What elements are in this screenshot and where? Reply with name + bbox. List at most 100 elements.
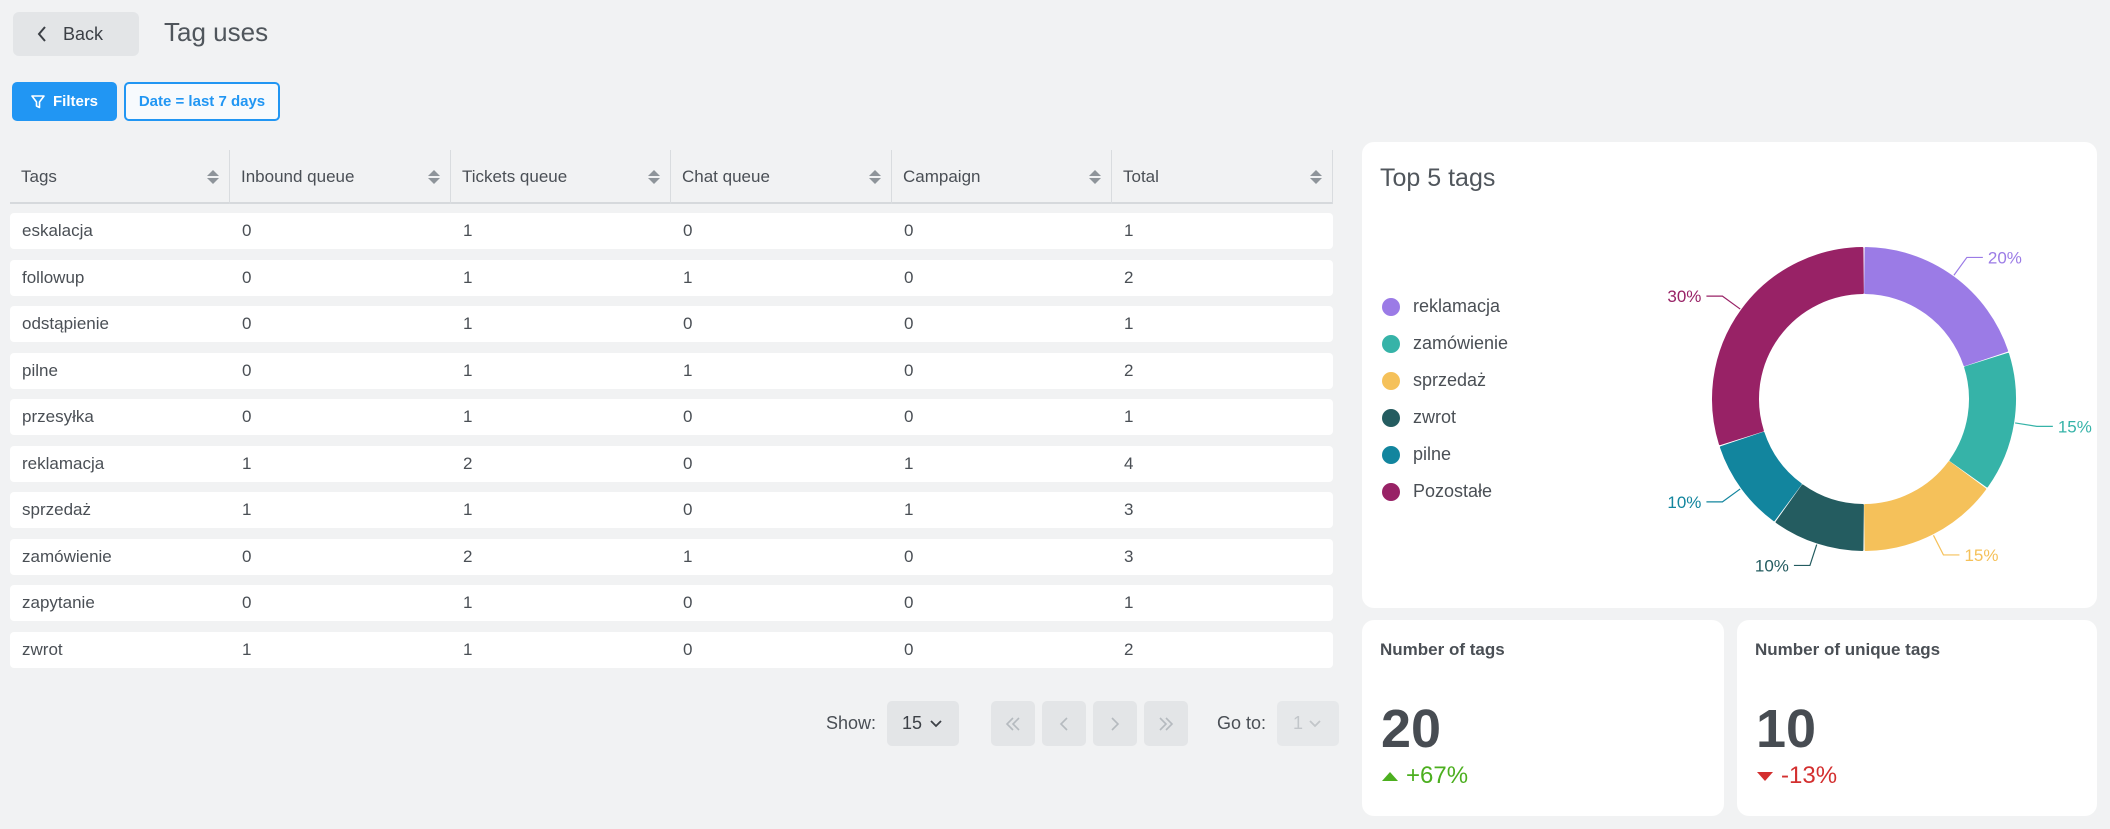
stat-change-value: -13%	[1781, 762, 1838, 789]
cell-chat: 0	[683, 639, 693, 659]
cell-total: 1	[1124, 221, 1134, 240]
cell-tag: zapytanie	[22, 593, 95, 612]
goto-label: Go to:	[1217, 713, 1267, 733]
cell-tickets: 1	[463, 267, 473, 287]
label-leader-line	[1932, 535, 1960, 556]
cell-total: 2	[1124, 360, 1134, 380]
slice-percent-label: 15%	[1964, 546, 1998, 565]
date-filter-chip[interactable]: Date = last 7 days	[124, 82, 280, 121]
cell-tickets: 1	[463, 314, 473, 333]
chevron-left-icon	[1059, 716, 1068, 731]
label-leader-line	[1793, 544, 1818, 567]
stat-change: +67%	[1382, 762, 1468, 790]
column-header-chat-queue[interactable]: Chat queue	[671, 150, 892, 204]
cell-tickets: 1	[463, 221, 473, 240]
table-row[interactable]: reklamacja 1 2 0 1 4	[10, 445, 1333, 482]
first-page-button[interactable]	[991, 701, 1035, 746]
cell-campaign: 1	[904, 500, 914, 519]
cell-inbound: 0	[242, 314, 252, 333]
column-header-tags[interactable]: Tags	[10, 150, 230, 204]
cell-campaign: 0	[904, 593, 914, 612]
cell-inbound: 0	[242, 593, 252, 612]
cell-campaign: 0	[904, 407, 914, 426]
table-row[interactable]: followup 0 1 1 0 2	[10, 259, 1333, 296]
top-tags-card: Top 5 tags reklamacja zamówienie sprzeda…	[1362, 142, 2097, 608]
cell-campaign: 0	[904, 314, 914, 333]
goto-page-select[interactable]: 1	[1277, 701, 1339, 746]
filters-button[interactable]: Filters	[12, 82, 117, 121]
donut-slice-zamówienie[interactable]	[1949, 352, 2016, 488]
label-leader-line	[1706, 295, 1741, 310]
column-header-inbound-queue[interactable]: Inbound queue	[230, 150, 451, 204]
table-row[interactable]: zamówienie 0 2 1 0 3	[10, 538, 1333, 575]
column-header-tickets-queue[interactable]: Tickets queue	[451, 150, 671, 204]
page-title: Tag uses	[164, 17, 269, 47]
cell-inbound: 0	[242, 221, 252, 240]
chevron-down-icon	[930, 719, 942, 727]
cell-chat: 0	[683, 453, 693, 473]
chevron-down-icon	[1309, 719, 1321, 727]
back-button[interactable]: Back	[13, 12, 139, 56]
cell-chat: 0	[683, 407, 693, 426]
cell-total: 3	[1124, 546, 1134, 566]
cell-tag: zwrot	[22, 639, 63, 659]
cell-tag: reklamacja	[22, 453, 105, 473]
table-row[interactable]: zapytanie 0 1 0 0 1	[10, 585, 1333, 621]
label-leader-line	[1706, 488, 1741, 503]
stat-change: -13%	[1757, 762, 1837, 790]
cell-chat: 0	[683, 500, 693, 519]
cell-total: 2	[1124, 267, 1134, 287]
cell-chat: 1	[683, 267, 693, 287]
slice-percent-label: 10%	[1667, 493, 1701, 512]
column-header-total[interactable]: Total	[1112, 150, 1333, 204]
sort-icon	[428, 170, 440, 184]
last-page-button[interactable]	[1144, 701, 1188, 746]
table-row[interactable]: zwrot 1 1 0 0 2	[10, 631, 1333, 668]
donut-slice-reklamacja[interactable]	[1864, 247, 2009, 367]
number-of-unique-tags-card: Number of unique tags 10 -13%	[1737, 620, 2097, 816]
donut-slice-sprzedaż[interactable]	[1864, 461, 1987, 551]
stat-value: 10	[1756, 699, 1817, 759]
cell-total: 1	[1124, 314, 1134, 333]
stat-title: Number of unique tags	[1755, 640, 1941, 659]
cell-chat: 1	[683, 360, 693, 380]
table-row[interactable]: przesyłka 0 1 0 0 1	[10, 399, 1333, 435]
table-row[interactable]: eskalacja 0 1 0 0 1	[10, 213, 1333, 249]
cell-campaign: 0	[904, 360, 914, 380]
cell-total: 1	[1124, 593, 1134, 612]
table-row[interactable]: pilne 0 1 1 0 2	[10, 352, 1333, 389]
sort-icon	[1310, 170, 1322, 184]
filters-label: Filters	[52, 93, 98, 110]
table-header: Tags Inbound queue Tickets queue Chat qu…	[10, 150, 1333, 204]
label-leader-line	[2015, 422, 2053, 427]
sort-icon	[869, 170, 881, 184]
slice-percent-label: 30%	[1667, 287, 1701, 306]
chevron-right-icon	[1111, 716, 1120, 731]
cell-chat: 0	[683, 221, 693, 240]
page-size-select[interactable]: 15	[887, 701, 959, 746]
table-row[interactable]: sprzedaż 1 1 0 1 3	[10, 492, 1333, 528]
cell-inbound: 1	[242, 453, 252, 473]
slice-percent-label: 10%	[1755, 556, 1789, 575]
cell-tag: zamówienie	[22, 546, 112, 566]
donut-slice-pozostałe[interactable]	[1712, 247, 1864, 446]
cell-tag: followup	[22, 267, 85, 287]
previous-page-button[interactable]	[1042, 701, 1086, 746]
cell-inbound: 0	[242, 267, 252, 287]
cell-campaign: 0	[904, 267, 914, 287]
arrow-down-icon	[1757, 771, 1773, 781]
arrow-up-icon	[1382, 771, 1398, 781]
chevron-left-icon	[37, 26, 46, 42]
table-body: eskalacja 0 1 0 0 1 followup 0 1 1 0 2 odstąpienie…	[10, 213, 1333, 678]
cell-tag: eskalacja	[22, 221, 93, 240]
column-header-campaign[interactable]: Campaign	[892, 150, 1112, 204]
cell-total: 2	[1124, 639, 1134, 659]
double-chevron-left-icon	[1005, 716, 1020, 731]
number-of-tags-card: Number of tags 20 +67%	[1362, 620, 1724, 816]
next-page-button[interactable]	[1093, 701, 1137, 746]
table-row[interactable]: odstąpienie 0 1 0 0 1	[10, 306, 1333, 342]
cell-chat: 0	[683, 314, 693, 333]
label-leader-line	[1953, 256, 1983, 276]
cell-inbound: 1	[242, 500, 252, 519]
cell-tag: przesyłka	[22, 407, 94, 426]
